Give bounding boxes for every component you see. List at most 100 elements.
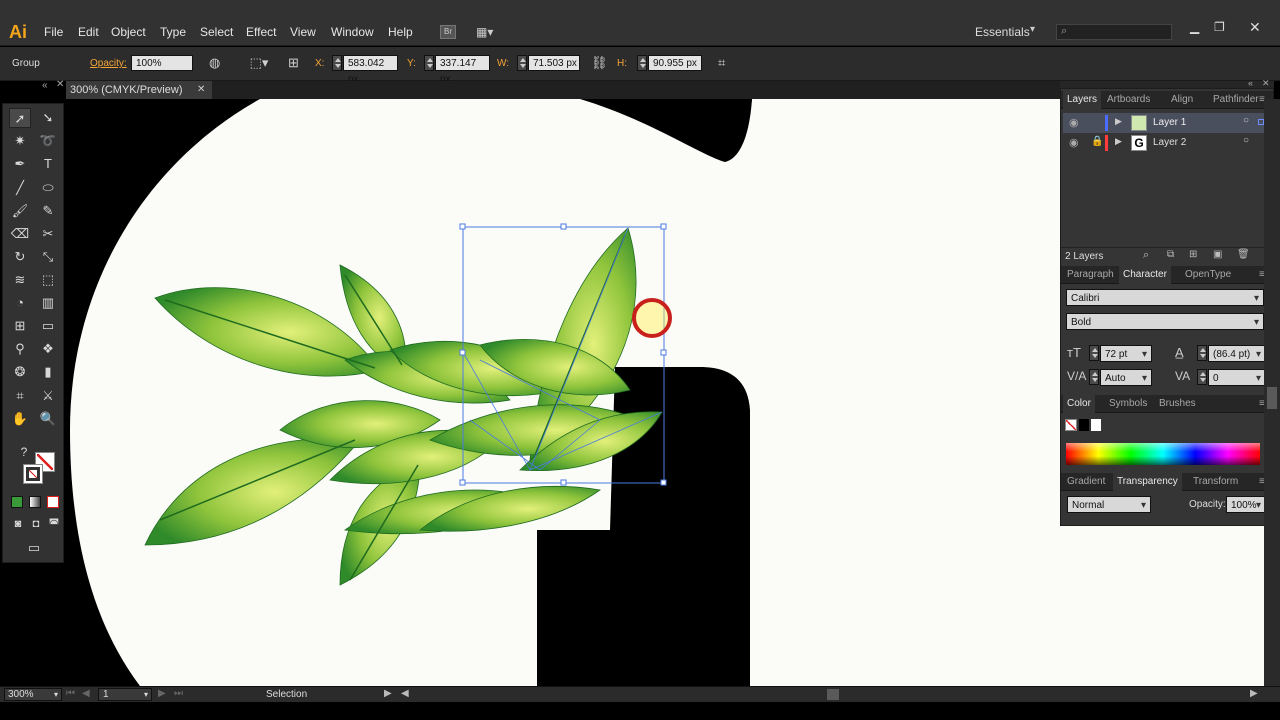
tracking-field[interactable]: 0 [1208,369,1266,387]
slice-tool-icon[interactable]: ⚔ [37,386,59,406]
tab-pathfinder[interactable]: Pathfinder [1209,91,1263,109]
new-sublayer-icon[interactable]: ⊞ [1189,249,1197,260]
tab-character[interactable]: Character [1119,266,1171,284]
new-layer-icon[interactable]: ▣ [1213,249,1222,260]
pencil-icon[interactable]: ✎ [37,201,59,221]
previous-artboard-icon[interactable]: ◀ [82,688,90,699]
blend-tool-icon[interactable]: ❖ [37,339,59,359]
gradient-mode-icon[interactable] [29,496,41,508]
tab-artboards[interactable]: Artboards [1103,91,1154,109]
tracking-stepper[interactable] [1197,369,1207,385]
fill-stroke-swatch[interactable] [23,452,55,484]
document-tab[interactable]: 300% (CMYK/Preview) ✕ [66,81,212,99]
black-swatch[interactable] [1079,419,1089,431]
status-menu-icon[interactable]: ▶ [384,688,392,699]
horizontal-scroll-thumb[interactable] [827,689,839,700]
locate-object-icon[interactable]: ⌕ [1143,249,1149,262]
font-size-stepper[interactable] [1089,345,1099,361]
leading-field[interactable]: (86.4 pt) [1208,345,1266,363]
tab-gradient[interactable]: Gradient [1063,473,1109,491]
y-stepper[interactable] [424,55,434,71]
type-tool-icon[interactable]: T [37,154,59,174]
paintbrush-icon[interactable]: 🖌 [9,201,31,221]
zoom-tool-icon[interactable]: 🔍 [37,409,59,429]
close-toolbox-icon[interactable]: ✕ [56,79,64,90]
search-input[interactable]: ⌕ [1056,24,1172,40]
screen-mode-icon[interactable]: ▭ [23,538,45,558]
lock-icon[interactable]: 🔒 [1091,136,1103,147]
gradient-tool-icon[interactable]: ▭ [37,316,59,336]
opacity-field[interactable]: 100% [131,55,193,71]
column-graph-icon[interactable]: ▮ [37,362,59,382]
opacity-label[interactable]: Opacity: [90,58,127,69]
restore-icon[interactable]: ❐ [1214,20,1225,34]
close-icon[interactable]: ✕ [1249,19,1261,36]
chevron-down-icon[interactable]: ▾ [1030,24,1035,35]
eye-icon[interactable]: ◉ [1069,116,1079,129]
artboard-field[interactable]: 1 ▾ [98,688,152,701]
menu-object[interactable]: Object [111,25,146,39]
none-mode-icon[interactable] [47,496,59,508]
kerning-field[interactable]: Auto [1100,369,1152,387]
menu-select[interactable]: Select [200,25,233,39]
vertical-scroll-thumb[interactable] [1267,387,1277,409]
font-size-field[interactable]: 72 pt [1100,345,1152,363]
symbol-sprayer-icon[interactable]: ❂ [9,362,31,382]
close-tab-icon[interactable]: ✕ [197,81,205,99]
rotate-tool-icon[interactable]: ↻ [9,247,31,267]
tab-transform[interactable]: Transform [1189,473,1242,491]
scissors-icon[interactable]: ✂ [37,224,59,244]
vertical-scrollbar[interactable] [1264,99,1280,686]
x-field[interactable]: 583.042 px [343,55,398,85]
font-style-dropdown[interactable]: Bold [1066,313,1264,331]
selection-tool-icon[interactable]: ➚ [9,108,31,128]
scroll-right-icon[interactable]: ▶ [1250,688,1258,699]
tab-transparency[interactable]: Transparency [1113,473,1182,491]
menu-view[interactable]: View [290,25,316,39]
target-icon[interactable]: ○ [1243,115,1249,126]
pen-tool-icon[interactable]: ✒ [9,154,31,174]
delete-layer-icon[interactable]: 🗑 [1237,249,1250,260]
kerning-stepper[interactable] [1089,369,1099,385]
white-swatch[interactable] [1091,419,1101,431]
none-swatch[interactable] [1065,419,1077,431]
align-to-icon[interactable]: ⬚▾ [248,55,270,71]
mesh-tool-icon[interactable]: ⊞ [9,316,31,336]
w-stepper[interactable] [517,55,527,71]
layer-row-2[interactable]: ◉ 🔒 ▶ G Layer 2 ○ [1063,133,1271,153]
scroll-left-icon[interactable]: ◀ [401,688,409,699]
clipping-mask-icon[interactable]: ⧉ [1167,249,1174,260]
collapse-panels-icon[interactable]: « [1248,78,1253,88]
zoom-field[interactable]: 300% ▾ [4,688,62,701]
hand-tool-icon[interactable]: ✋ [9,409,31,429]
expand-arrow-icon[interactable]: ▶ [1115,136,1122,147]
constrain-proportions-icon[interactable]: ⛓ [591,55,608,71]
transform-icon[interactable]: ⌗ [718,55,725,71]
artboard-tool-icon[interactable]: ⌗ [9,386,31,406]
x-stepper[interactable] [332,55,342,71]
menu-effect[interactable]: Effect [246,25,276,39]
draw-inside-icon[interactable]: ◚ [43,514,65,534]
menu-edit[interactable]: Edit [78,25,99,39]
layer-row-1[interactable]: ◉ ▶ Layer 1 ○ [1063,113,1271,133]
arrange-documents-icon[interactable]: ▦▾ [476,25,502,39]
warp-tool-icon[interactable]: ≋ [9,270,31,290]
tab-align[interactable]: Align [1167,91,1197,109]
color-spectrum[interactable] [1066,443,1260,465]
layer-name[interactable]: Layer 1 [1153,117,1186,128]
minimize-icon[interactable]: ▁ [1190,20,1199,34]
tab-paragraph[interactable]: Paragraph [1063,266,1118,284]
scale-tool-icon[interactable]: ⤡ [37,247,59,267]
line-tool-icon[interactable]: ╱ [9,178,31,198]
last-artboard-icon[interactable]: ⏭ [174,688,183,699]
layer-name[interactable]: Layer 2 [1153,137,1186,148]
reference-point-icon[interactable]: ⊞ [288,55,299,71]
w-field[interactable]: 71.503 px [528,55,580,71]
recolor-icon[interactable]: ◍ [209,55,220,71]
perspective-grid-icon[interactable]: ▥ [37,293,59,313]
y-field[interactable]: 337.147 px [435,55,490,85]
ellipse-tool-icon[interactable]: ⬭ [37,178,59,198]
font-family-dropdown[interactable]: Calibri [1066,289,1264,307]
color-mode-icon[interactable] [11,496,23,508]
tab-layers[interactable]: Layers [1063,91,1102,109]
